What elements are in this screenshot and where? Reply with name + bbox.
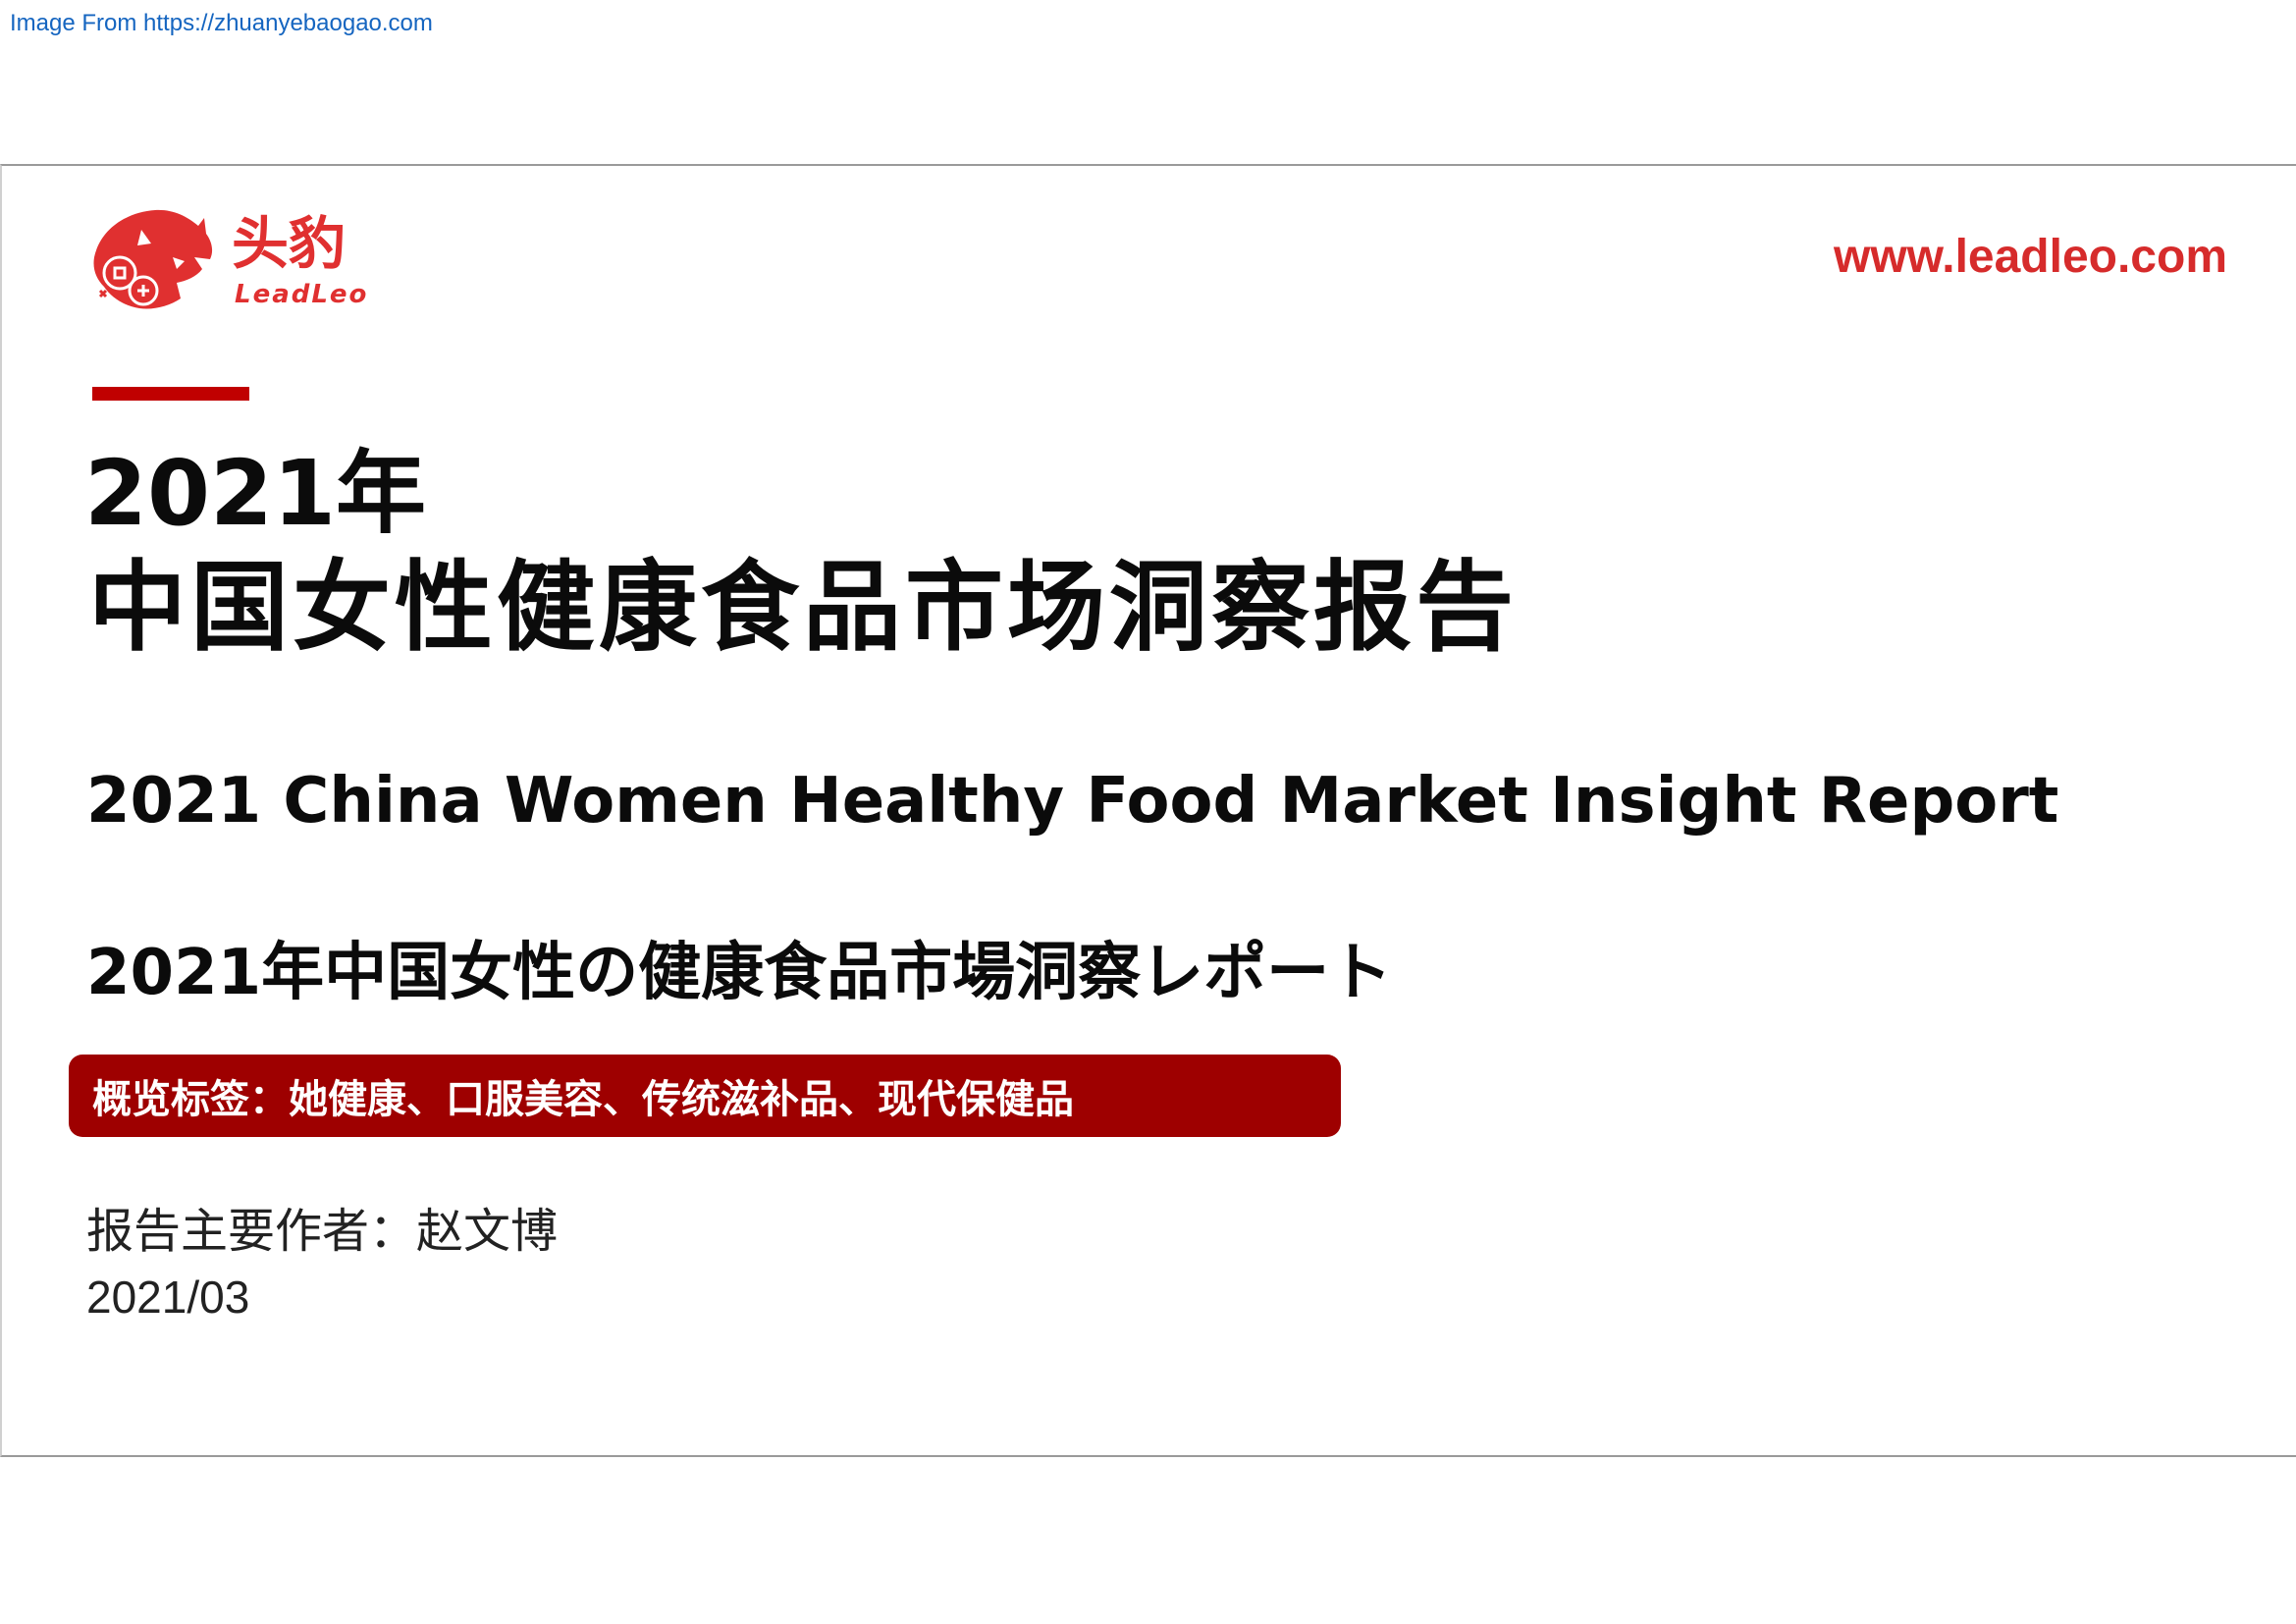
report-title-japanese: 2021年中国女性の健康食品市場洞察レポート [86, 937, 1393, 1009]
report-author: 报告主要作者：赵文博 [86, 1204, 559, 1259]
title-year: 2021年 [84, 441, 427, 546]
brand-name-cn: 头豹 [232, 210, 346, 277]
website-link[interactable]: www.leadleo.com [1834, 230, 2227, 284]
overview-tags-text: 概览标签：她健康、口服美容、传统滋补品、现代保健品 [92, 1077, 1074, 1122]
report-title-english: 2021 China Women Healthy Food Market Ins… [86, 765, 2059, 838]
report-cover-slide: 头豹 LeadLeo www.leadleo.com 2021年 中国女性健康食… [0, 164, 2296, 1457]
report-title: 中国女性健康食品市场洞察报告 [88, 550, 1518, 665]
accent-bar [92, 387, 249, 401]
source-note-link[interactable]: Image From https://zhuanyebaogao.com [10, 10, 433, 37]
report-date: 2021/03 [86, 1272, 250, 1323]
page: Image From https://zhuanyebaogao.com 头豹 … [0, 0, 2296, 1624]
leopard-head-icon: 头豹 LeadLeo [93, 209, 368, 309]
leadleo-logo: 头豹 LeadLeo [82, 200, 377, 318]
brand-name-en: LeadLeo [235, 280, 368, 309]
overview-tags-banner: 概览标签：她健康、口服美容、传统滋补品、现代保健品 [69, 1055, 1341, 1137]
